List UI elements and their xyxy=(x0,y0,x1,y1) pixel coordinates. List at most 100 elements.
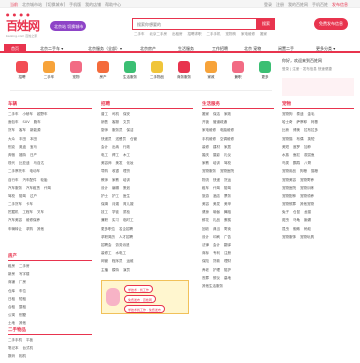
category-link[interactable]: 丧葬 xyxy=(202,276,209,281)
category-link[interactable]: 宠物玩具 xyxy=(300,235,314,240)
category-link[interactable]: 仓鼠 xyxy=(293,210,300,215)
category-link[interactable]: 网管 xyxy=(101,259,108,264)
category-cars[interactable]: 二手车 xyxy=(39,61,59,80)
category-link[interactable]: 合租 xyxy=(8,305,15,310)
category-link[interactable]: 日租 xyxy=(8,297,15,302)
hot-word[interactable]: 出租房 xyxy=(172,32,183,37)
category-link[interactable]: 培训 xyxy=(213,161,220,166)
category-link[interactable]: 理财 xyxy=(224,259,231,264)
category-link[interactable]: 装修工 xyxy=(101,251,112,256)
category-link[interactable]: 美容 xyxy=(202,202,209,207)
category-link[interactable]: 马自达 xyxy=(34,161,45,166)
category-link[interactable]: 会计 xyxy=(213,243,220,248)
category-link[interactable]: 仓管 xyxy=(130,137,137,142)
category-link[interactable]: 医生 xyxy=(123,194,130,199)
category-link[interactable]: 宠物医院 xyxy=(282,186,296,191)
category-link[interactable]: 礼品 xyxy=(213,218,220,223)
category-link[interactable]: 鹦鹉 xyxy=(293,161,300,166)
category-link[interactable]: 宠物训练 xyxy=(300,186,314,191)
category-link[interactable]: 印刷 xyxy=(213,235,220,240)
category-life[interactable]: 生活服务 xyxy=(120,61,140,80)
category-link[interactable]: 礼仪 xyxy=(224,153,231,158)
post-free-button[interactable]: 免费发布信息 xyxy=(314,18,348,30)
category-link[interactable]: 柯基 xyxy=(311,120,318,125)
category-link[interactable]: 猫粮 xyxy=(311,169,318,174)
category-link[interactable]: 工程车 xyxy=(23,210,34,215)
category-link[interactable]: 二手货车 xyxy=(8,202,22,207)
nav-tab-home[interactable]: 首页 xyxy=(4,44,26,53)
category-link[interactable]: 水电工 xyxy=(116,251,127,256)
category-link[interactable]: 策划 xyxy=(123,186,130,191)
category-link[interactable]: 二手车 xyxy=(8,112,19,117)
category-link[interactable]: 劳务派遣 xyxy=(116,243,130,248)
category-link[interactable]: 模特 xyxy=(112,268,119,273)
category-link[interactable]: 宠物医院 xyxy=(220,169,234,174)
category-link[interactable]: 本田 xyxy=(30,137,37,142)
category-link[interactable]: 日产 xyxy=(30,153,37,158)
category-link[interactable]: 名企招聘 xyxy=(119,227,133,232)
category-link[interactable]: 汽车美容 xyxy=(8,218,22,223)
category-link[interactable]: 二手摩托车 xyxy=(8,169,26,174)
category-link[interactable]: 美容师 xyxy=(101,161,112,166)
category-link[interactable]: 写字楼 xyxy=(19,272,30,277)
category-link[interactable]: 厂房 xyxy=(19,280,26,285)
category-link[interactable]: 货运 xyxy=(224,178,231,183)
category-link[interactable]: 出纳 xyxy=(112,145,119,150)
category-link[interactable]: 宠物用品 xyxy=(282,169,296,174)
category-housing[interactable]: 房产 xyxy=(93,61,113,80)
category-link[interactable]: 手机维修 xyxy=(202,137,216,142)
category-link[interactable]: 收银 xyxy=(112,169,119,174)
category-link[interactable]: 博美 xyxy=(293,128,300,133)
category-link[interactable]: 宠物领养 xyxy=(300,194,314,199)
category-link[interactable]: 货车 xyxy=(8,128,15,133)
category-link[interactable]: 旅游 xyxy=(202,194,209,199)
category-link[interactable]: 月嫂 xyxy=(112,202,119,207)
category-link[interactable]: 美短 xyxy=(282,145,289,150)
category-link[interactable]: 比亚迪 xyxy=(19,161,30,166)
category-link[interactable]: 电动车 xyxy=(30,169,41,174)
category-link[interactable]: 数码 xyxy=(8,354,15,359)
mobile-app-link[interactable]: 手机百姓 xyxy=(312,2,328,8)
category-link[interactable]: 别墅 xyxy=(19,313,26,318)
category-link[interactable]: 蛋糕 xyxy=(224,218,231,223)
category-link[interactable]: 物流 xyxy=(202,178,209,183)
category-link[interactable]: 技工 xyxy=(101,210,108,215)
category-link[interactable]: 护理 xyxy=(213,268,220,273)
category-link[interactable]: 租车 xyxy=(202,186,209,191)
city-switch-badge[interactable]: 北京站 切换城市 xyxy=(50,21,86,31)
category-housekeeping[interactable]: 家政 xyxy=(201,61,221,80)
category-link[interactable]: 拉布拉多 xyxy=(304,128,318,133)
side-banner[interactable] xyxy=(282,78,354,96)
category-link[interactable]: 金毛 xyxy=(308,112,315,117)
category-link[interactable]: 贷款 xyxy=(213,259,220,264)
category-link[interactable]: 保洁 xyxy=(213,112,220,117)
category-link[interactable]: 家居 xyxy=(224,145,231,150)
category-link[interactable]: 求职简历 xyxy=(101,235,115,240)
category-link[interactable]: 自行车 xyxy=(8,178,19,183)
category-link[interactable]: 整租 xyxy=(19,305,26,310)
hot-word[interactable]: 招聘求职 xyxy=(188,32,202,37)
nav-tab-cars[interactable]: 北京二手车 ▾ xyxy=(40,44,63,53)
category-link[interactable]: 新能源 xyxy=(30,128,41,133)
category-jobs[interactable]: 招聘 xyxy=(12,61,32,80)
category-link[interactable]: 兼职 xyxy=(101,218,108,223)
category-link[interactable]: 福特 xyxy=(19,153,26,158)
category-link[interactable]: 演员 xyxy=(123,268,130,273)
top-link-city[interactable]: 北京城市站 xyxy=(22,2,42,8)
category-link[interactable]: 卡车 xyxy=(26,202,33,207)
category-link[interactable]: 维修保养 xyxy=(26,218,40,223)
category-link[interactable]: 普工 xyxy=(101,112,108,117)
category-link[interactable]: 驾校 xyxy=(224,161,231,166)
category-link[interactable]: 翻译 xyxy=(224,243,231,248)
category-link[interactable]: 空调维修 xyxy=(220,137,234,142)
category-link[interactable]: 美发 xyxy=(213,202,220,207)
category-link[interactable]: 健身 xyxy=(202,210,209,215)
category-link[interactable]: 陪护 xyxy=(224,268,231,273)
category-link[interactable]: 行政 xyxy=(123,145,130,150)
category-link[interactable]: 宝马 xyxy=(30,145,37,150)
promo-banner[interactable]: 学技术 · 找工作 免费发布 · 百姓网 学技术找工作 · 免费发布 xyxy=(101,280,189,314)
category-parttime[interactable]: 兼职 xyxy=(228,61,248,80)
category-link[interactable]: 公寓 xyxy=(8,313,15,318)
category-link[interactable]: 鸟类 xyxy=(282,161,289,166)
category-link[interactable]: 客车 xyxy=(19,128,26,133)
